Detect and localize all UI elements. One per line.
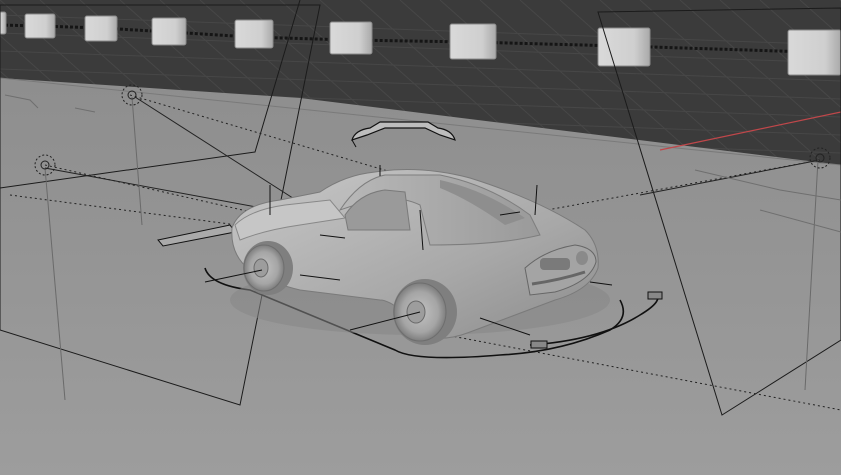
chain-cube[interactable] <box>84 15 118 42</box>
viewport-canvas[interactable] <box>0 0 841 475</box>
rear-left-wheel[interactable] <box>393 279 457 345</box>
chain-cube[interactable] <box>151 17 187 46</box>
chain-cube[interactable] <box>234 19 274 49</box>
rig-root-handle[interactable] <box>530 340 548 349</box>
front-left-wheel[interactable] <box>243 241 293 295</box>
car-tail-lamp-round <box>576 251 588 265</box>
chain-cube[interactable] <box>329 21 373 55</box>
chain-cube[interactable] <box>0 11 7 35</box>
chain-cube[interactable] <box>787 29 841 76</box>
car-tail-light <box>540 258 570 270</box>
rig-steer-handle[interactable] <box>647 291 663 300</box>
chain-cube[interactable] <box>597 27 651 67</box>
chain-cube[interactable] <box>449 23 497 60</box>
chain-cube[interactable] <box>24 13 56 39</box>
3d-viewport[interactable] <box>0 0 841 475</box>
